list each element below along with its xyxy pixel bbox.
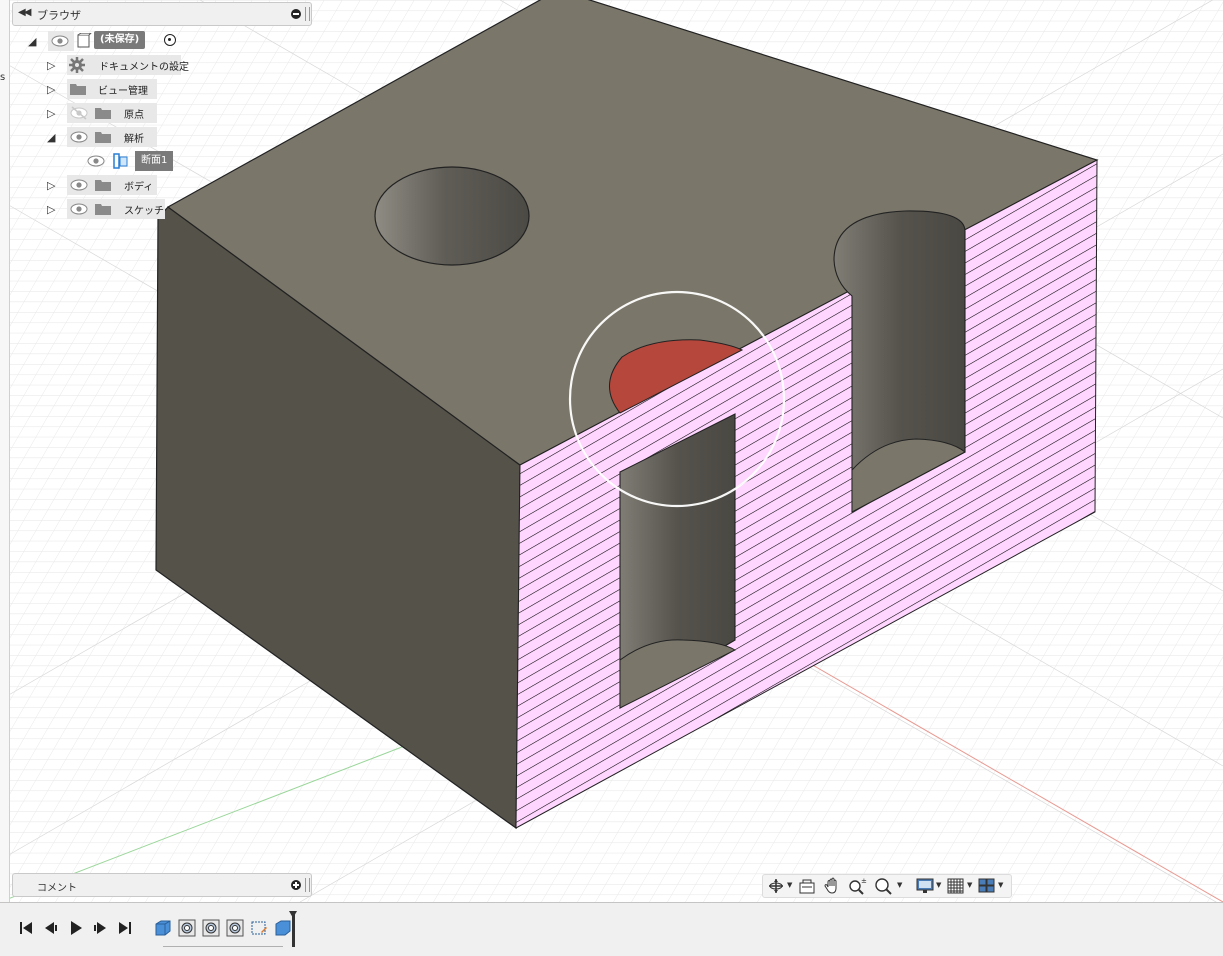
comment-panel-header[interactable]: コメント xyxy=(12,873,312,897)
zoom-icon[interactable]: ± xyxy=(847,877,869,895)
navigation-toolbar: ▼ ± ▼ ▼ ▼ ▼ xyxy=(762,874,1012,898)
browser-panel-title: ブラウザ xyxy=(37,9,81,22)
panel-grip-icon[interactable] xyxy=(305,878,310,892)
expand-arrow-icon[interactable]: ▷ xyxy=(47,59,55,72)
chevron-down-icon[interactable]: ▼ xyxy=(967,881,972,889)
hole-feature-icon[interactable] xyxy=(226,919,244,937)
expand-arrow-icon[interactable]: ▷ xyxy=(47,203,55,216)
grid-settings-icon[interactable] xyxy=(945,877,967,895)
browser-panel-header[interactable]: ◀◀ ブラウザ xyxy=(12,2,312,26)
tree-root-row[interactable]: ◢ (未保存) xyxy=(28,31,188,51)
folder-icon xyxy=(95,204,111,215)
top-hole[interactable] xyxy=(374,166,530,266)
eye-icon[interactable] xyxy=(86,154,106,168)
chevron-down-icon[interactable]: ▼ xyxy=(998,881,1003,889)
panel-grip-icon[interactable] xyxy=(305,7,310,21)
display-settings-icon[interactable] xyxy=(914,877,936,895)
orbit-icon[interactable] xyxy=(765,877,787,895)
gear-icon xyxy=(69,57,85,73)
hole-feature-icon[interactable] xyxy=(202,919,220,937)
chevron-down-icon[interactable]: ▼ xyxy=(936,881,941,889)
folder-icon xyxy=(70,84,86,95)
chevron-down-icon[interactable]: ▼ xyxy=(787,881,792,889)
go-to-start-icon[interactable] xyxy=(17,919,35,937)
tree-item-label: ボディ xyxy=(124,182,154,193)
tree-item-origin[interactable]: ▷ 原点 xyxy=(47,103,167,123)
tree-item-label: 原点 xyxy=(124,110,144,121)
collapse-arrow-icon[interactable]: ◢ xyxy=(28,35,36,48)
expand-arrow-icon[interactable]: ▷ xyxy=(47,107,55,120)
tree-item-sketches[interactable]: ▷ スケッチ xyxy=(47,199,169,219)
timeline-marker[interactable] xyxy=(289,911,297,947)
sketch-feature-icon[interactable] xyxy=(250,919,268,937)
section-analysis-icon xyxy=(113,153,128,169)
folder-icon xyxy=(95,132,111,143)
component-icon xyxy=(77,33,92,48)
folder-icon xyxy=(95,180,111,191)
eye-hidden-icon[interactable] xyxy=(69,106,89,120)
activate-component-icon[interactable] xyxy=(164,34,176,46)
eye-icon[interactable] xyxy=(69,178,89,192)
tree-item-section1[interactable]: 断面1 xyxy=(86,151,186,171)
left-edge-text: s xyxy=(0,72,6,83)
look-at-icon[interactable] xyxy=(796,877,818,895)
hole-feature-icon[interactable] xyxy=(178,919,196,937)
tree-item-label: 解析 xyxy=(124,134,144,145)
expand-arrow-icon[interactable]: ▷ xyxy=(47,179,55,192)
tree-item-bodies[interactable]: ▷ ボディ xyxy=(47,175,167,195)
pan-icon[interactable] xyxy=(822,877,844,895)
timeline-bar xyxy=(0,902,1223,956)
tree-item-view-management[interactable]: ▷ ビュー管理 xyxy=(47,79,167,99)
expand-arrow-icon[interactable]: ▷ xyxy=(47,83,55,96)
comment-panel-title: コメント xyxy=(37,883,77,894)
eye-icon[interactable] xyxy=(69,130,89,144)
tree-item-analysis[interactable]: ◢ 解析 xyxy=(47,127,167,147)
add-comment-icon[interactable] xyxy=(291,880,301,890)
viewports-icon[interactable] xyxy=(976,877,998,895)
tree-item-document-settings[interactable]: ▷ ドキュメントの設定 xyxy=(47,55,189,75)
timeline-track xyxy=(163,946,283,947)
collapse-panel-icon[interactable]: ◀◀ xyxy=(18,7,31,18)
tree-item-label: スケッチ xyxy=(124,206,164,217)
minimize-panel-icon[interactable] xyxy=(291,9,301,19)
chevron-down-icon[interactable]: ▼ xyxy=(897,881,902,889)
section1-label[interactable]: 断面1 xyxy=(135,151,174,171)
folder-icon xyxy=(95,108,111,119)
collapse-arrow-icon[interactable]: ◢ xyxy=(47,131,55,144)
eye-icon[interactable] xyxy=(69,202,89,216)
fit-icon[interactable] xyxy=(873,877,895,895)
model-view[interactable] xyxy=(0,0,1223,902)
eye-icon[interactable] xyxy=(50,34,70,48)
canvas-viewport[interactable] xyxy=(0,0,1223,902)
go-to-end-icon[interactable] xyxy=(116,919,134,937)
extrude-feature-icon[interactable] xyxy=(154,919,172,937)
step-forward-icon[interactable] xyxy=(91,919,109,937)
root-component-label[interactable]: (未保存) xyxy=(94,31,146,49)
step-back-icon[interactable] xyxy=(42,919,60,937)
play-icon[interactable] xyxy=(67,919,85,937)
tree-item-label: ドキュメントの設定 xyxy=(99,62,189,73)
section-feature-icon[interactable] xyxy=(274,919,292,937)
left-window-edge: s xyxy=(0,0,10,902)
tree-item-label: ビュー管理 xyxy=(98,86,148,97)
svg-text:±: ± xyxy=(861,877,867,885)
